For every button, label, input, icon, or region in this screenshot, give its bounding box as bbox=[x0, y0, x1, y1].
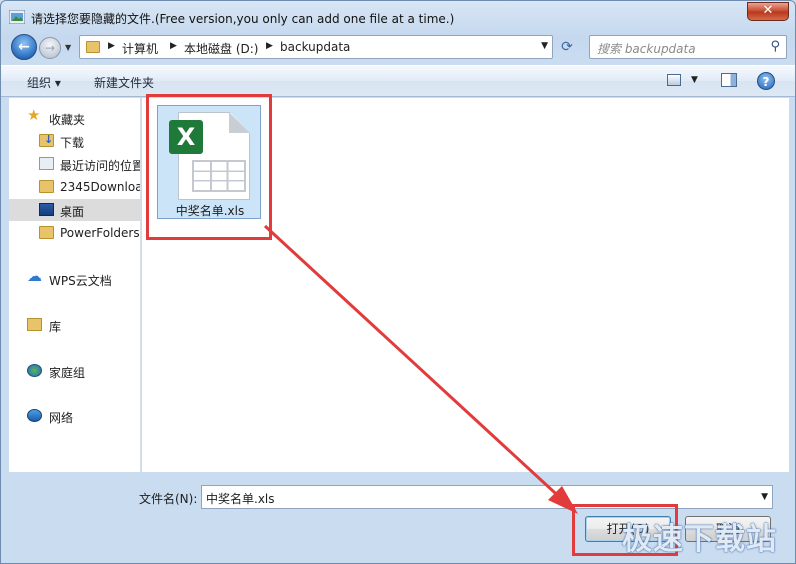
sidebar-item-label: 下载 bbox=[60, 136, 85, 150]
help-icon[interactable]: ? bbox=[757, 72, 775, 90]
chevron-right-icon[interactable]: ▶ bbox=[170, 41, 177, 51]
refresh-button[interactable]: ⟳ bbox=[557, 37, 577, 57]
sidebar-item-label: 家庭组 bbox=[49, 366, 86, 380]
sidebar-item-label: 2345Downloads bbox=[60, 180, 140, 194]
file-list: X 中奖名单.xls bbox=[142, 98, 789, 472]
library-icon bbox=[27, 318, 42, 331]
title-bar: 请选择您要隐藏的文件.(Free version,you only can ad… bbox=[1, 1, 795, 33]
sidebar-item-label: 桌面 bbox=[60, 205, 85, 219]
view-dropdown-icon[interactable]: ▼ bbox=[691, 75, 698, 85]
navigation-pane: ★ 收藏夹 下载 最近访问的位置 2345Downloads 桌面 PowerF… bbox=[9, 98, 141, 472]
sidebar-item-desktop[interactable]: 桌面 bbox=[9, 199, 140, 221]
forward-button[interactable]: → bbox=[39, 37, 61, 59]
sidebar-item-favorites[interactable]: ★ 收藏夹 bbox=[9, 107, 140, 129]
arrow-left-icon: ← bbox=[18, 39, 30, 55]
spreadsheet-grid-icon bbox=[192, 160, 246, 192]
recent-pages-dropdown-icon[interactable]: ▼ bbox=[65, 43, 71, 52]
file-open-dialog: 请选择您要隐藏的文件.(Free version,you only can ad… bbox=[0, 0, 796, 564]
arrow-right-icon: → bbox=[44, 41, 56, 55]
sidebar-item-label: 库 bbox=[49, 320, 62, 334]
cloud-icon: ☁ bbox=[27, 268, 42, 285]
sidebar-item-2345downloads[interactable]: 2345Downloads bbox=[9, 176, 140, 198]
recent-places-icon bbox=[39, 157, 54, 170]
file-item[interactable]: X 中奖名单.xls bbox=[157, 105, 261, 219]
sidebar-item-label: 收藏夹 bbox=[49, 113, 86, 127]
app-icon bbox=[9, 10, 25, 24]
command-toolbar: 组织 ▾ 新建文件夹 ▼ ? bbox=[1, 65, 795, 97]
watermark-text: 极速下载站 bbox=[622, 522, 777, 557]
folder-icon bbox=[39, 180, 54, 193]
excel-badge: X bbox=[169, 120, 203, 154]
sidebar-item-network[interactable]: 网络 bbox=[9, 405, 140, 427]
star-icon: ★ bbox=[27, 107, 41, 124]
view-icon[interactable] bbox=[667, 74, 681, 86]
sidebar-item-wps-cloud[interactable]: ☁ WPS云文档 bbox=[9, 268, 140, 290]
sidebar-item-libraries[interactable]: 库 bbox=[9, 314, 140, 336]
close-icon: ✕ bbox=[762, 3, 774, 18]
search-input[interactable]: 搜索 backupdata ⚲ bbox=[589, 35, 787, 59]
excel-file-icon: X bbox=[169, 112, 250, 200]
breadcrumb-backupdata[interactable]: backupdata bbox=[280, 40, 350, 54]
sidebar-item-label: 网络 bbox=[49, 411, 74, 425]
sidebar-item-label: WPS云文档 bbox=[49, 274, 112, 288]
download-folder-icon bbox=[39, 133, 54, 147]
chevron-right-icon[interactable]: ▶ bbox=[266, 41, 273, 51]
folder-icon bbox=[86, 41, 100, 53]
network-icon bbox=[27, 409, 42, 422]
address-bar[interactable]: ▶ 计算机 ▶ 本地磁盘 (D:) ▶ backupdata ▼ bbox=[79, 35, 553, 59]
sidebar-item-label: 最近访问的位置 bbox=[60, 159, 141, 173]
refresh-icon: ⟳ bbox=[561, 39, 573, 55]
folder-icon bbox=[39, 226, 54, 239]
breadcrumb-drive[interactable]: 本地磁盘 (D:) bbox=[184, 40, 258, 57]
new-folder-button[interactable]: 新建文件夹 bbox=[94, 74, 154, 91]
file-name-label: 中奖名单.xls bbox=[175, 204, 245, 218]
sidebar-item-downloads[interactable]: 下载 bbox=[9, 130, 140, 152]
address-dropdown-icon[interactable]: ▼ bbox=[541, 41, 548, 51]
search-placeholder: 搜索 backupdata bbox=[597, 42, 696, 56]
close-button[interactable]: ✕ bbox=[747, 2, 789, 21]
filename-label: 文件名(N): bbox=[139, 492, 198, 506]
sidebar-item-label: PowerFolders bbox=[60, 226, 140, 240]
sidebar-item-recent-places[interactable]: 最近访问的位置 bbox=[9, 153, 141, 175]
search-icon: ⚲ bbox=[770, 39, 780, 54]
navigation-bar: ← → ▼ ▶ 计算机 ▶ 本地磁盘 (D:) ▶ backupdata ▼ ⟳… bbox=[1, 33, 795, 61]
homegroup-icon bbox=[27, 364, 42, 377]
organize-button[interactable]: 组织 ▾ bbox=[27, 74, 61, 91]
filename-value: 中奖名单.xls bbox=[206, 492, 275, 506]
sidebar-item-homegroup[interactable]: 家庭组 bbox=[9, 360, 140, 382]
filename-input[interactable]: 中奖名单.xls ▼ bbox=[201, 485, 773, 509]
preview-pane-icon[interactable] bbox=[721, 73, 737, 87]
sidebar-item-powerfolders[interactable]: PowerFolders bbox=[9, 222, 140, 244]
window-title: 请选择您要隐藏的文件.(Free version,you only can ad… bbox=[31, 12, 455, 26]
chevron-right-icon[interactable]: ▶ bbox=[108, 41, 115, 51]
back-button[interactable]: ← bbox=[11, 34, 37, 60]
chevron-down-icon[interactable]: ▼ bbox=[761, 492, 768, 502]
desktop-icon bbox=[39, 203, 54, 216]
breadcrumb-computer[interactable]: 计算机 bbox=[122, 40, 158, 57]
